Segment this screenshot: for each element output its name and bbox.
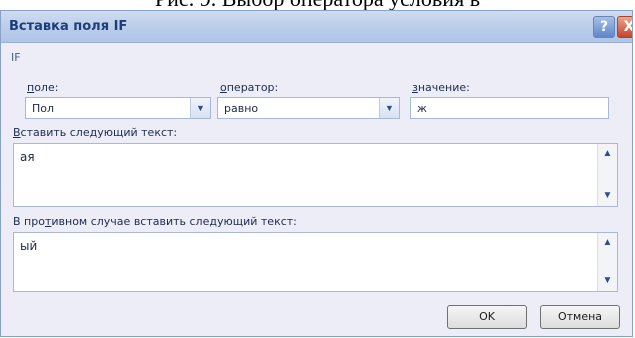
title-bar: Вставка поля IF ? X [1, 11, 632, 43]
value-label: значение: [412, 81, 470, 94]
chevron-down-icon[interactable]: ▼ [190, 98, 210, 118]
scroll-down-icon[interactable]: ▼ [598, 188, 617, 204]
else-text-label: В противном случае вставить следующий те… [13, 215, 297, 228]
insert-text-label: Вставить следующий текст: [13, 126, 178, 139]
ok-button[interactable]: OK [447, 305, 527, 329]
operator-label: оператор: [220, 81, 279, 94]
help-button[interactable]: ? [593, 16, 615, 38]
insert-text-scrollbar[interactable]: ▲ ▼ [597, 144, 617, 206]
cancel-button[interactable]: Отмена [540, 305, 620, 329]
field-value: Пол [32, 102, 55, 115]
figure-caption: Рис. 9. Выбор оператора условия в [0, 0, 635, 10]
close-button[interactable]: X [617, 16, 632, 38]
operator-combobox[interactable]: равно ▼ [217, 97, 400, 119]
scroll-down-icon[interactable]: ▼ [598, 273, 617, 289]
value-input[interactable]: ж [410, 97, 609, 119]
group-label: IF [11, 51, 21, 64]
insert-text-content: ая [20, 150, 35, 164]
chevron-down-icon[interactable]: ▼ [379, 98, 399, 118]
dialog-window: Вставка поля IF ? X IF поле: Пол ▼ опера… [0, 10, 633, 337]
operator-value: равно [224, 102, 259, 115]
else-text-area[interactable]: ый ▲ ▼ [13, 232, 618, 292]
dialog-title: Вставка поля IF [9, 19, 128, 34]
else-text-scrollbar[interactable]: ▲ ▼ [597, 233, 617, 291]
insert-text-area[interactable]: ая ▲ ▼ [13, 143, 618, 207]
scroll-up-icon[interactable]: ▲ [598, 235, 617, 251]
field-label: поле: [27, 81, 59, 94]
else-text-content: ый [20, 239, 38, 253]
field-combobox[interactable]: Пол ▼ [25, 97, 211, 119]
scroll-up-icon[interactable]: ▲ [598, 146, 617, 162]
